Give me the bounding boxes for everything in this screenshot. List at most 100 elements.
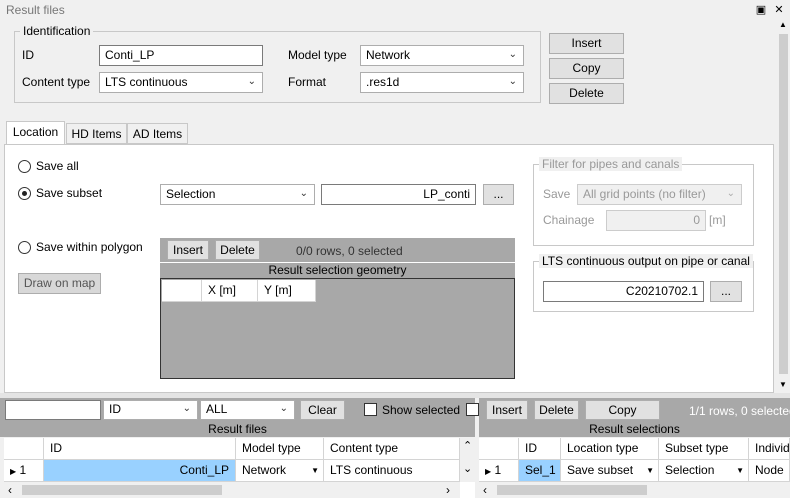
table-cell-subset-type[interactable]: Selection ▼: [659, 460, 749, 482]
tab-location[interactable]: Location: [6, 121, 65, 145]
window-title: Result files: [6, 3, 65, 17]
selections-col-individual[interactable]: Individ: [749, 438, 790, 460]
selections-row-header: [479, 438, 519, 460]
table-cell-selection-id[interactable]: Sel_1: [519, 460, 561, 482]
geometry-status: 0/0 rows, 0 selected: [296, 244, 403, 258]
table-cell-individual[interactable]: Node: [749, 460, 790, 482]
clear-button[interactable]: Clear: [300, 400, 345, 420]
subset-browse-button[interactable]: ...: [483, 184, 514, 205]
lts-output-input[interactable]: C20210702.1: [543, 281, 704, 302]
save-within-polygon-label: Save within polygon: [36, 240, 143, 254]
table-cell-location-type[interactable]: Save subset ▼: [561, 460, 659, 482]
format-select[interactable]: .res1d ⌄: [360, 72, 524, 93]
subset-file-input[interactable]: LP_conti: [321, 184, 476, 205]
draw-on-map-button[interactable]: Draw on map: [18, 273, 101, 294]
dropdown-arrow-icon[interactable]: ▼: [311, 460, 319, 481]
save-all-radio[interactable]: [18, 160, 31, 173]
show-selected-checkbox[interactable]: [364, 403, 377, 416]
subset-select[interactable]: Selection ⌄: [160, 184, 315, 205]
selections-col-location-type[interactable]: Location type: [561, 438, 659, 460]
result-files-vscroll[interactable]: ⌃ ⌄: [460, 438, 475, 482]
geometry-insert-button[interactable]: Insert: [167, 240, 209, 260]
chevron-up-icon[interactable]: ⌃: [463, 439, 472, 452]
show-selected-label: Show selected: [382, 403, 461, 417]
dropdown-arrow-icon[interactable]: ▼: [646, 460, 654, 481]
content-type-label: Content type: [22, 75, 91, 89]
chevron-down-icon: ⌄: [726, 188, 735, 199]
scroll-down-icon[interactable]: ▼: [779, 380, 787, 389]
save-all-label: Save all: [36, 159, 79, 173]
scroll-up-icon[interactable]: ▲: [779, 20, 787, 29]
selections-delete-button[interactable]: Delete: [534, 400, 579, 420]
result-files-grid[interactable]: ID Model type Content type ▶ 1 Conti_LP …: [4, 438, 475, 498]
copy-button[interactable]: Copy: [549, 58, 624, 79]
geometry-row-header: [162, 280, 202, 302]
result-selections-caption: Result selections: [479, 422, 790, 437]
subset-type-cell-value: Selection: [665, 463, 715, 477]
chevron-down-icon[interactable]: ⌄: [463, 462, 472, 475]
dropdown-arrow-icon[interactable]: ▼: [736, 460, 744, 481]
geometry-delete-button[interactable]: Delete: [215, 240, 260, 260]
content-type-value: LTS continuous: [105, 75, 188, 89]
result-selections-toolbar: Insert Delete Copy 1/1 rows, 0 selected: [479, 398, 790, 422]
location-type-cell-value: Save subset: [567, 463, 634, 477]
scrollbar-thumb[interactable]: [779, 34, 788, 374]
result-files-col-id[interactable]: ID: [44, 438, 236, 460]
table-row-header[interactable]: ▶ 1: [479, 460, 519, 482]
selections-col-id[interactable]: ID: [519, 438, 561, 460]
table-cell-model-type[interactable]: Network ▼: [236, 460, 324, 482]
table-cell-content-type[interactable]: LTS continuous: [324, 460, 460, 482]
id-input[interactable]: Conti_LP: [99, 45, 263, 66]
result-files-hscroll[interactable]: ‹ ›: [4, 482, 460, 498]
selections-insert-button[interactable]: Insert: [486, 400, 528, 420]
insert-button[interactable]: Insert: [549, 33, 624, 54]
lts-legend: LTS continuous output on pipe or canal: [539, 254, 753, 268]
close-icon[interactable]: ✕: [772, 3, 786, 17]
restore-icon[interactable]: ▣: [754, 3, 768, 17]
result-files-col-content-type[interactable]: Content type: [324, 438, 460, 460]
result-files-col-model-type[interactable]: Model type: [236, 438, 324, 460]
save-within-polygon-radio[interactable]: [18, 241, 31, 254]
tab-ad-items[interactable]: AD Items: [127, 123, 188, 144]
lts-browse-button[interactable]: ...: [710, 281, 742, 302]
extra-checkbox[interactable]: [466, 403, 479, 416]
chevron-left-icon[interactable]: ‹: [483, 483, 487, 497]
chevron-right-icon[interactable]: ›: [446, 483, 450, 497]
chevron-down-icon: ⌄: [182, 403, 191, 414]
id-label: ID: [22, 48, 34, 62]
delete-button[interactable]: Delete: [549, 83, 624, 104]
row-number: 1: [19, 463, 27, 477]
save-subset-radio[interactable]: [18, 187, 31, 200]
selections-copy-button[interactable]: Copy: [585, 400, 660, 420]
field-select[interactable]: ID ⌄: [103, 400, 198, 420]
format-value: .res1d: [366, 75, 400, 89]
tab-hd-items[interactable]: HD Items: [66, 123, 127, 144]
window-scrollbar[interactable]: ▲ ▼: [777, 20, 790, 392]
result-files-row-header: [4, 438, 44, 460]
geometry-toolbar: Insert Delete 0/0 rows, 0 selected: [160, 238, 515, 262]
result-selections-hscroll[interactable]: ‹: [479, 482, 790, 498]
scope-select[interactable]: ALL ⌄: [200, 400, 295, 420]
geometry-col-y[interactable]: Y [m]: [258, 280, 316, 302]
chainage-unit: [m]: [709, 213, 726, 227]
result-selections-grid[interactable]: ID Location type Subset type Individ ▶ 1…: [479, 438, 790, 498]
chevron-left-icon[interactable]: ‹: [8, 483, 12, 497]
field-select-value: ID: [109, 402, 121, 416]
table-cell-id[interactable]: Conti_LP: [44, 460, 236, 482]
model-type-select[interactable]: Network ⌄: [360, 45, 524, 66]
subset-select-value: Selection: [166, 187, 216, 201]
chainage-input[interactable]: 0: [606, 210, 706, 231]
geometry-grid[interactable]: X [m] Y [m]: [160, 278, 515, 379]
table-row-header[interactable]: ▶ 1: [4, 460, 44, 482]
chevron-down-icon: ⌄: [299, 188, 308, 199]
result-files-search-input[interactable]: [5, 400, 101, 420]
chevron-down-icon: ⌄: [247, 76, 256, 87]
selections-col-subset-type[interactable]: Subset type: [659, 438, 749, 460]
hscroll-thumb[interactable]: [22, 485, 222, 495]
filter-save-select[interactable]: All grid points (no filter) ⌄: [577, 184, 742, 205]
chevron-down-icon: ⌄: [508, 49, 517, 60]
hscroll-thumb[interactable]: [497, 485, 647, 495]
filter-group: [533, 164, 754, 246]
content-type-select[interactable]: LTS continuous ⌄: [99, 72, 263, 93]
geometry-col-x[interactable]: X [m]: [202, 280, 258, 302]
